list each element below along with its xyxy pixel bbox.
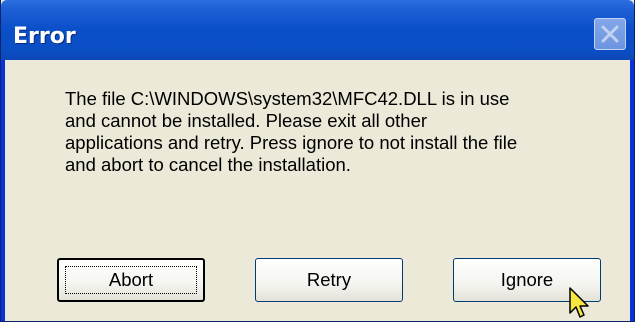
abort-button[interactable]: Abort [57, 258, 205, 302]
retry-button[interactable]: Retry [255, 258, 403, 302]
error-dialog-window: Error The file C:\WINDOWS\system32\MFC42… [0, 0, 635, 322]
abort-button-label: Abort [65, 266, 197, 294]
window-right-frame [630, 60, 634, 321]
error-message: The file C:\WINDOWS\system32\MFC42.DLL i… [65, 88, 518, 175]
close-icon [601, 25, 619, 43]
close-button[interactable] [594, 18, 626, 50]
mouse-pointer-icon [569, 287, 589, 318]
title-bar[interactable]: Error [1, 0, 634, 60]
dialog-title: Error [13, 24, 76, 49]
dialog-body: The file C:\WINDOWS\system32\MFC42.DLL i… [5, 60, 630, 317]
